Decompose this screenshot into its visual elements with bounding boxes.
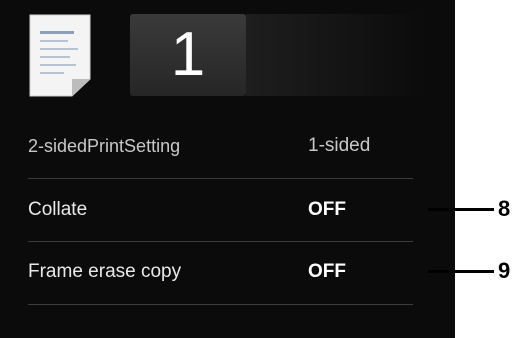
copies-field[interactable]: 1 — [130, 14, 246, 96]
touch-screen: 1 2-sidedPrintSetting 1-sided Collate OF… — [0, 0, 455, 338]
setting-label: Frame erase copy — [28, 261, 182, 282]
row-divider — [28, 304, 413, 305]
setting-label: 2-sidedPrintSetting — [28, 136, 181, 156]
copies-value: 1 — [170, 20, 206, 89]
callout-line-8 — [428, 208, 494, 211]
setting-value: OFF — [308, 199, 346, 220]
setting-value: OFF — [308, 261, 346, 282]
setting-label: Collate — [28, 199, 88, 220]
copies-field-shade — [246, 14, 426, 96]
setting-row-2-sided[interactable]: 2-sidedPrintSetting 1-sided — [28, 115, 413, 177]
setting-row-frame-erase[interactable]: Frame erase copy OFF — [28, 241, 413, 303]
setting-value: 1-sided — [308, 135, 371, 156]
callout-line-9 — [428, 270, 494, 273]
setting-row-collate[interactable]: Collate OFF — [28, 179, 413, 241]
document-icon[interactable] — [26, 13, 94, 98]
callout-number-9: 9 — [498, 258, 511, 283]
callout-number-8: 8 — [498, 196, 511, 221]
